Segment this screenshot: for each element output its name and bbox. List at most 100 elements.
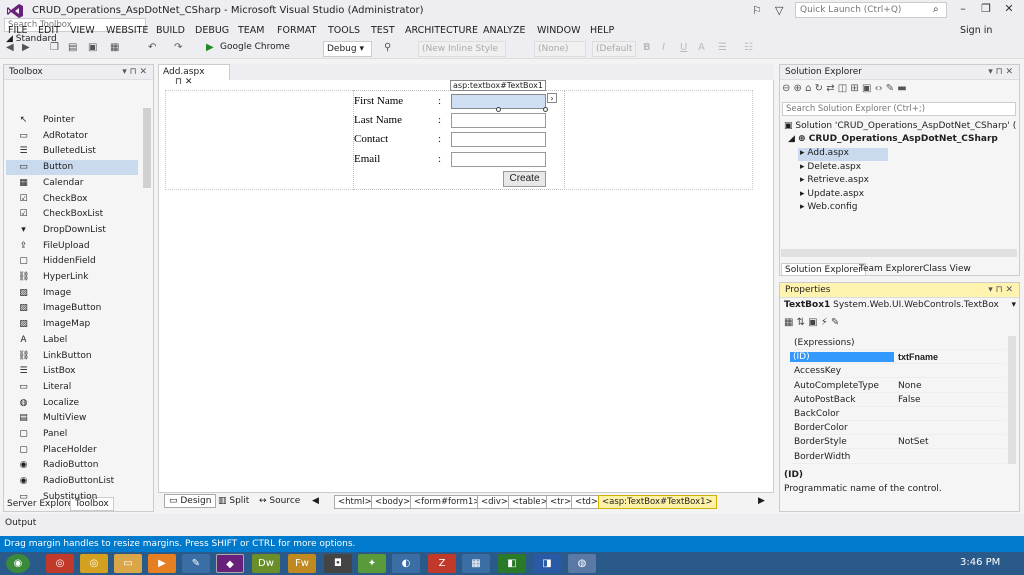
property-row[interactable]: AutoCompleteType None xyxy=(790,379,1006,393)
app-icon[interactable]: ▦ xyxy=(462,554,490,573)
toolbox-item-imagebutton[interactable]: ▨ ImageButton xyxy=(6,301,138,316)
toolbox-item-radiobuttonlist[interactable]: ◉ RadioButtonList xyxy=(6,474,138,489)
properties-scrollbar[interactable] xyxy=(1008,336,1016,464)
pin-icon[interactable]: ▾ ⊓ ✕ xyxy=(988,67,1013,77)
font-select[interactable]: (Default xyxy=(592,41,636,57)
view-split-tab[interactable]: ▥ Split xyxy=(218,496,249,506)
menu-architecture[interactable]: ARCHITECTURE xyxy=(405,25,478,36)
toolbox-item-placeholder[interactable]: ▢ PlaceHolder xyxy=(6,443,138,458)
textbox-contact[interactable] xyxy=(451,132,546,147)
menu-window[interactable]: WINDOW xyxy=(537,25,581,36)
textbox-email[interactable] xyxy=(451,152,546,167)
start-button[interactable]: ◉ xyxy=(6,554,30,573)
toolbox-item-literal[interactable]: ▭ Literal xyxy=(6,380,138,395)
close-button[interactable]: ✕ xyxy=(998,2,1020,15)
toolbox-item-multiview[interactable]: ▤ MultiView xyxy=(6,411,138,426)
toolbox-item-dropdownlist[interactable]: ▾ DropDownList xyxy=(6,223,138,238)
redo-icon[interactable]: ↷ xyxy=(174,42,182,53)
italic-button[interactable]: I xyxy=(662,42,665,53)
property-value[interactable]: False xyxy=(898,395,921,405)
undo-icon[interactable]: ↶ xyxy=(148,42,156,53)
toolbox-item-hyperlink[interactable]: ⛓ HyperLink xyxy=(6,270,138,285)
toolbox-item-localize[interactable]: ◍ Localize xyxy=(6,396,138,411)
fireworks-icon[interactable]: Fw xyxy=(288,554,316,573)
toolbox-item-linkbutton[interactable]: ⛓ LinkButton xyxy=(6,349,138,364)
solution-search-input[interactable]: Search Solution Explorer (Ctrl+;) xyxy=(782,102,1016,116)
toolbox-scrollbar[interactable] xyxy=(143,108,151,188)
bold-button[interactable]: B xyxy=(643,42,651,53)
menu-team[interactable]: TEAM xyxy=(238,25,265,36)
firefox-icon[interactable]: ◎ xyxy=(46,554,74,573)
style-select[interactable]: (New Inline Style xyxy=(418,41,506,57)
toolbox-item-fileupload[interactable]: ⇪ FileUpload xyxy=(6,239,138,254)
browser-select[interactable]: Google Chrome xyxy=(220,42,290,52)
save-icon[interactable]: ▣ xyxy=(88,42,97,53)
app-icon[interactable]: ◘ xyxy=(324,554,352,573)
android-icon[interactable]: ✦ xyxy=(358,554,386,573)
paint-icon[interactable]: ✎ xyxy=(182,554,210,573)
menu-edit[interactable]: EDIT xyxy=(38,25,60,36)
toolbox-item-panel[interactable]: ▢ Panel xyxy=(6,427,138,442)
menu-view[interactable]: VIEW xyxy=(70,25,95,36)
property-row[interactable]: AutoPostBack False xyxy=(790,393,1006,407)
start-debugging-icon[interactable]: ▶ xyxy=(206,42,214,53)
app-icon[interactable]: ◧ xyxy=(498,554,526,573)
smart-tag-icon[interactable]: › xyxy=(547,93,557,103)
toolbox-item-checkboxlist[interactable]: ☑ CheckBoxList xyxy=(6,207,138,222)
solution-file-retrieve-aspx[interactable]: ▸ Retrieve.aspx xyxy=(798,175,878,188)
toolbox-item-pointer[interactable]: ↖ Pointer xyxy=(6,113,138,128)
toolbox-item-calendar[interactable]: ▦ Calendar xyxy=(6,176,138,191)
properties-toolbar-icons[interactable]: ▦ ⇅ ▣ ⚡ ✎ xyxy=(784,317,839,328)
property-row[interactable]: BackColor xyxy=(790,407,1006,421)
menu-tools[interactable]: TOOLS xyxy=(328,25,360,36)
app-icon[interactable]: ◐ xyxy=(392,554,420,573)
menu-build[interactable]: BUILD xyxy=(156,25,185,36)
breadcrumb-item[interactable]: <asp:TextBox#TextBox1> xyxy=(598,495,717,509)
toolbox-item-hiddenfield[interactable]: ▢ HiddenField xyxy=(6,254,138,269)
solution-hscrollbar[interactable] xyxy=(781,249,1017,257)
toolbox-item-checkbox[interactable]: ☑ CheckBox xyxy=(6,192,138,207)
toolbox-item-listbox[interactable]: ☰ ListBox xyxy=(6,364,138,379)
font-color-icon[interactable]: A xyxy=(698,42,705,53)
breadcrumb-item[interactable]: <body> xyxy=(371,495,415,509)
crumb-scroll-right-icon[interactable]: ▶ xyxy=(758,496,765,506)
property-row[interactable]: AccessKey xyxy=(790,364,1006,379)
menu-analyze[interactable]: ANALYZE xyxy=(483,25,525,36)
pin-icon[interactable]: ▾ ⊓ ✕ xyxy=(988,285,1013,295)
filter-icon[interactable]: ▽ xyxy=(775,4,783,17)
tab-team-explorer[interactable]: Team Explorer xyxy=(856,263,926,276)
properties-object-select[interactable]: TextBox1 System.Web.UI.WebControls.TextB… xyxy=(784,300,1016,310)
breadcrumb-item[interactable]: <div> xyxy=(477,495,513,509)
menu-help[interactable]: HELP xyxy=(590,25,614,36)
filezilla-icon[interactable]: Z xyxy=(428,554,456,573)
view-design-tab[interactable]: ▭ Design xyxy=(164,494,217,508)
property-row[interactable]: BorderColor xyxy=(790,421,1006,436)
explorer-icon[interactable]: ▭ xyxy=(114,554,142,573)
save-all-icon[interactable]: ▦ xyxy=(110,42,119,53)
textbox-last-name[interactable] xyxy=(451,113,546,128)
solution-file-add-aspx[interactable]: ▸ Add.aspx xyxy=(798,148,888,161)
underline-button[interactable]: U xyxy=(680,42,687,53)
solution-toolbar-icons[interactable]: ⊖ ⊕ ⌂ ↻ ⇄ ◫ ⊞ ▣ ‹› ✎ ▬ xyxy=(782,83,907,94)
property-row[interactable]: BorderStyle NotSet xyxy=(790,435,1006,450)
visual-studio-taskbar-icon[interactable]: ◆ xyxy=(216,554,244,573)
sign-in-link[interactable]: Sign in xyxy=(960,25,992,36)
crumb-scroll-left-icon[interactable]: ◀ xyxy=(312,496,319,506)
open-icon[interactable]: ▤ xyxy=(68,42,77,53)
toolbox-item-image[interactable]: ▨ Image xyxy=(6,286,138,301)
quick-launch-input[interactable]: Quick Launch (Ctrl+Q) xyxy=(795,2,947,18)
chrome-icon[interactable]: ◎ xyxy=(80,554,108,573)
menu-file[interactable]: FILE xyxy=(8,25,28,36)
pin-icon[interactable]: ▾ ⊓ ✕ xyxy=(122,67,147,77)
toolbox-item-radiobutton[interactable]: ◉ RadioButton xyxy=(6,458,138,473)
toolbox-item-adrotator[interactable]: ▭ AdRotator xyxy=(6,129,138,144)
menu-test[interactable]: TEST xyxy=(371,25,395,36)
project-node[interactable]: ◢ ⊕ CRUD_Operations_AspDotNet_CSharp xyxy=(788,134,998,147)
app-icon[interactable]: ◍ xyxy=(568,554,596,573)
toolbox-item-bulletedlist[interactable]: ☰ BulletedList xyxy=(6,144,138,159)
notifications-icon[interactable]: ⚐ xyxy=(752,4,762,17)
minimize-button[interactable]: – xyxy=(952,2,974,15)
media-player-icon[interactable]: ▶ xyxy=(148,554,176,573)
solution-file-update-aspx[interactable]: ▸ Update.aspx xyxy=(798,189,878,202)
solution-file-web-config[interactable]: ▸ Web.config xyxy=(798,202,878,215)
